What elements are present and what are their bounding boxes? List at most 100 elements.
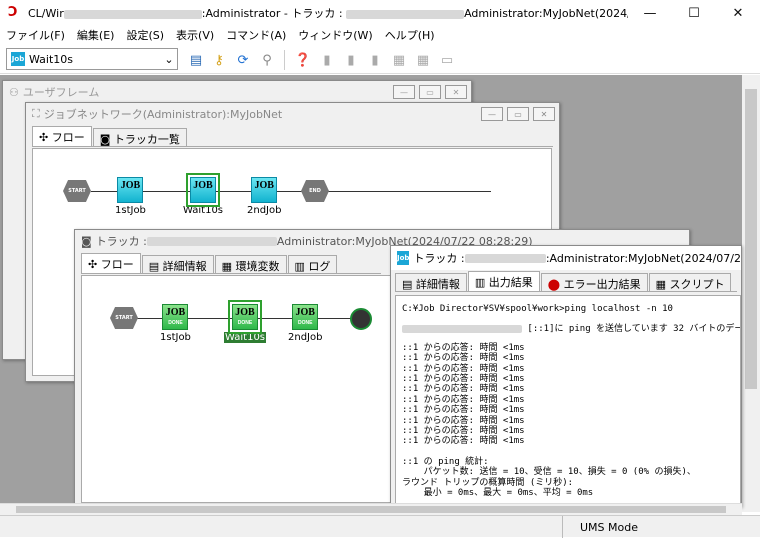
menu-window[interactable]: ウィンドウ(W): [298, 27, 372, 43]
hscroll-thumb[interactable]: [16, 506, 726, 513]
jobnet-close-button[interactable]: ✕: [533, 107, 555, 121]
tab-error-output[interactable]: ⬤ エラー出力結果: [540, 273, 648, 291]
output-titlebar: Job トラッカ : :Administrator:MyJobNet(2024/…: [391, 246, 741, 270]
status-mode: UMS Mode: [580, 521, 638, 534]
reply-line: ::1 からの応答: 時間 <1ms: [402, 384, 525, 395]
reply-line: ::1 からの応答: 時間 <1ms: [402, 436, 525, 447]
menu-help[interactable]: ヘルプ(H): [385, 27, 435, 43]
scroll-thumb[interactable]: [745, 89, 757, 389]
jobnet-tabs: ✣ フロー ◙ トラッカ一覧: [32, 126, 553, 147]
job-icon: Job: [397, 251, 410, 265]
reply-line: ::1 からの応答: 時間 <1ms: [402, 405, 525, 416]
job-node-1stjob[interactable]: JOB DONE 1stJob: [160, 304, 191, 343]
job-node-2ndjob[interactable]: JOB 2ndJob: [247, 177, 281, 216]
end-node[interactable]: END: [301, 180, 329, 202]
maximize-button[interactable]: ☐: [672, 0, 716, 26]
tracker-flow-canvas[interactable]: START JOB DONE 1stJob JOB DONE Wait10s JOB…: [81, 275, 391, 503]
jobnet-minimize-button[interactable]: —: [481, 107, 503, 121]
tracker-icon[interactable]: ▤: [187, 51, 205, 69]
jobnet-restore-button[interactable]: ▭: [507, 107, 529, 121]
job-label: 1stJob: [160, 332, 191, 343]
tracker-icon: ◙: [81, 234, 92, 248]
job-done-icon: JOB DONE: [162, 304, 189, 330]
reply-line: ::1 からの応答: 時間 <1ms: [402, 353, 525, 364]
flow-connector: [91, 191, 491, 192]
tab-tracker-list[interactable]: ◙ トラッカ一覧: [92, 128, 187, 146]
tab-details[interactable]: ▤ 詳細情報: [395, 273, 467, 291]
output-window[interactable]: Job トラッカ : :Administrator:MyJobNet(2024/…: [390, 245, 742, 507]
stats-line: パケット数: 送信 = 10、受信 = 10、損失 = 0 (0% の損失)、: [402, 467, 696, 478]
tab-env[interactable]: ▦ 環境変数: [214, 255, 287, 273]
reply-line: ::1 からの応答: 時間 <1ms: [402, 426, 525, 437]
job-label: 1stJob: [115, 205, 146, 216]
userframe-icon: ⚇: [9, 85, 19, 99]
end-node-icon[interactable]: [350, 308, 372, 330]
job-label: Wait10s: [224, 332, 267, 343]
window-icon[interactable]: ▭: [438, 51, 456, 69]
jobnet-titlebar: ⛶ ジョブネットワーク(Administrator):MyJobNet — ▭ …: [26, 103, 559, 125]
start-node[interactable]: START: [63, 180, 91, 202]
stats-line: ::1 の ping 統計:: [402, 456, 489, 467]
tab-script[interactable]: ▦ スクリプト: [648, 273, 732, 291]
job-node-wait10s[interactable]: JOB DONE Wait10s: [224, 300, 267, 343]
search-icon[interactable]: ⚲: [258, 51, 276, 69]
doc-open-icon[interactable]: ▮: [342, 51, 360, 69]
tab-output[interactable]: ▥ 出力結果: [467, 271, 540, 291]
menu-file[interactable]: ファイル(F): [6, 27, 65, 43]
key-icon[interactable]: ⚷: [210, 51, 228, 69]
stats-line: ラウンド トリップの概算時間 (ミリ秒):: [402, 477, 574, 488]
userframe-close-button[interactable]: ✕: [445, 85, 467, 99]
job-done-icon: JOB DONE: [292, 304, 319, 330]
job-icon: JOB: [251, 177, 278, 203]
chevron-down-icon[interactable]: ⌄: [161, 53, 177, 66]
reply-line: ::1 からの応答: 時間 <1ms: [402, 374, 525, 385]
tree-icon[interactable]: ▦: [390, 51, 408, 69]
error-icon: ⬤: [547, 278, 561, 291]
horizontal-scrollbar[interactable]: [0, 503, 742, 515]
menu-command[interactable]: コマンド(A): [226, 27, 286, 43]
toolbar: Job Wait10s ⌄ ▤ ⚷ ⟳ ⚲ ❓ ▮ ▮ ▮ ▦ ▦ ▭: [0, 44, 760, 74]
app-logo-icon: Ɔ: [8, 5, 18, 20]
reply-line: ::1 からの応答: 時間 <1ms: [402, 394, 525, 405]
refresh-icon[interactable]: ⟳: [234, 51, 252, 69]
start-node[interactable]: START: [110, 307, 138, 329]
doc-icon[interactable]: ▮: [318, 51, 336, 69]
job-node-2ndjob[interactable]: JOB DONE 2ndJob: [288, 304, 322, 343]
menu-bar: ファイル(F) 編集(E) 設定(S) 表示(V) コマンド(A) ウィンドウ(…: [0, 26, 760, 44]
grid-icon[interactable]: ▦: [414, 51, 432, 69]
menu-view[interactable]: 表示(V): [176, 27, 214, 43]
userframe-restore-button[interactable]: ▭: [419, 85, 441, 99]
combo-value: Wait10s: [29, 52, 74, 66]
job-select-combo[interactable]: Job Wait10s ⌄: [6, 48, 178, 70]
job-label: Wait10s: [183, 205, 224, 216]
user-frame-titlebar: ⚇ ユーザフレーム — ▭ ✕: [3, 81, 471, 103]
tab-flow[interactable]: ✣ フロー: [32, 126, 92, 146]
tracker-tabs: ✣ フロー ▤ 詳細情報 ▦ 環境変数 ▥ ログ: [81, 253, 381, 274]
ping-header: [::1]に ping を送信しています 32 バイトのデータ:: [402, 324, 740, 334]
reply-line: ::1 からの応答: 時間 <1ms: [402, 363, 525, 374]
menu-edit[interactable]: 編集(E): [77, 27, 115, 43]
tab-log[interactable]: ▥ ログ: [287, 255, 338, 273]
status-divider: [562, 516, 563, 538]
menu-settings[interactable]: 設定(S): [126, 27, 164, 43]
vertical-scrollbar[interactable]: [742, 75, 760, 512]
command-line: C:¥Job Director¥SV¥spool¥work>ping local…: [402, 304, 673, 314]
title-bar: Ɔ CL/Wir:Administrator - トラッカ : Administ…: [0, 0, 760, 26]
minimize-button[interactable]: —: [628, 0, 672, 26]
job-label: 2ndJob: [247, 205, 282, 216]
job-node-wait10s[interactable]: JOB Wait10s: [183, 173, 224, 216]
doc-copy-icon[interactable]: ▮: [366, 51, 384, 69]
userframe-minimize-button[interactable]: —: [393, 85, 415, 99]
toolbar-divider: [284, 50, 285, 70]
tab-flow[interactable]: ✣ フロー: [81, 253, 141, 273]
window-title: CL/Wir:Administrator - トラッカ : Administra…: [28, 7, 628, 20]
output-text-area[interactable]: C:¥Job Director¥SV¥spool¥work>ping local…: [395, 295, 741, 505]
tab-details[interactable]: ▤ 詳細情報: [141, 255, 214, 273]
job-icon: JOB: [186, 173, 220, 207]
close-button[interactable]: ✕: [716, 0, 760, 26]
stats-line: 最小 = 0ms、最大 = 0ms、平均 = 0ms: [402, 488, 594, 499]
reply-line: ::1 からの応答: 時間 <1ms: [402, 415, 525, 426]
help-icon[interactable]: ❓: [294, 51, 312, 69]
job-node-1stjob[interactable]: JOB 1stJob: [115, 177, 146, 216]
reply-line: ::1 からの応答: 時間 <1ms: [402, 342, 525, 353]
